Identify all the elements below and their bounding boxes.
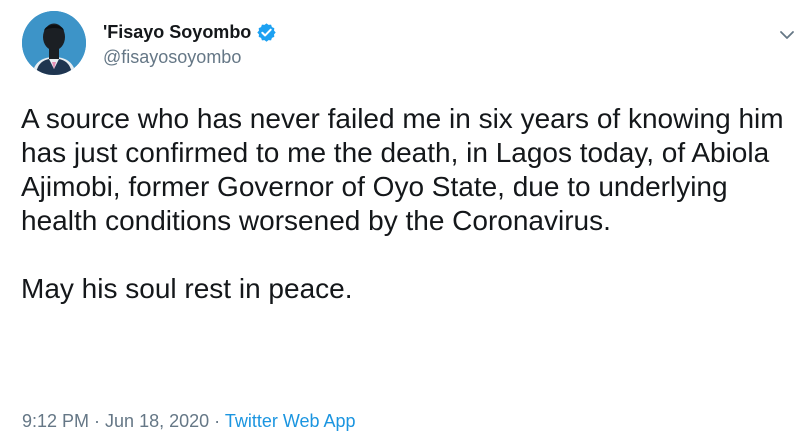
person-silhouette-avatar-icon xyxy=(22,11,86,75)
verified-badge-icon xyxy=(257,22,276,42)
avatar[interactable] xyxy=(22,11,86,75)
tweet-paragraph: A source who has never failed me in six … xyxy=(21,103,784,236)
tweet-paragraph: May his soul rest in peace. xyxy=(21,273,353,304)
author-name-row: 'Fisayo Soyombo xyxy=(103,20,277,44)
chevron-down-icon[interactable] xyxy=(778,26,796,44)
tweet-date[interactable]: Jun 18, 2020 xyxy=(105,411,209,431)
tweet-time[interactable]: 9:12 PM xyxy=(22,411,89,431)
tweet-meta: 9:12 PM · Jun 18, 2020 · Twitter Web App xyxy=(22,411,356,432)
tweet-text: A source who has never failed me in six … xyxy=(21,102,801,306)
meta-separator: · xyxy=(89,411,106,431)
author-handle[interactable]: @fisayosoyombo xyxy=(103,47,277,68)
meta-separator: · xyxy=(209,411,225,431)
tweet-card: 'Fisayo Soyombo @fisayosoyombo A source … xyxy=(0,0,810,439)
tweet-source-link[interactable]: Twitter Web App xyxy=(225,411,356,431)
tweet-author: 'Fisayo Soyombo @fisayosoyombo xyxy=(103,20,277,68)
author-display-name[interactable]: 'Fisayo Soyombo xyxy=(103,22,251,43)
